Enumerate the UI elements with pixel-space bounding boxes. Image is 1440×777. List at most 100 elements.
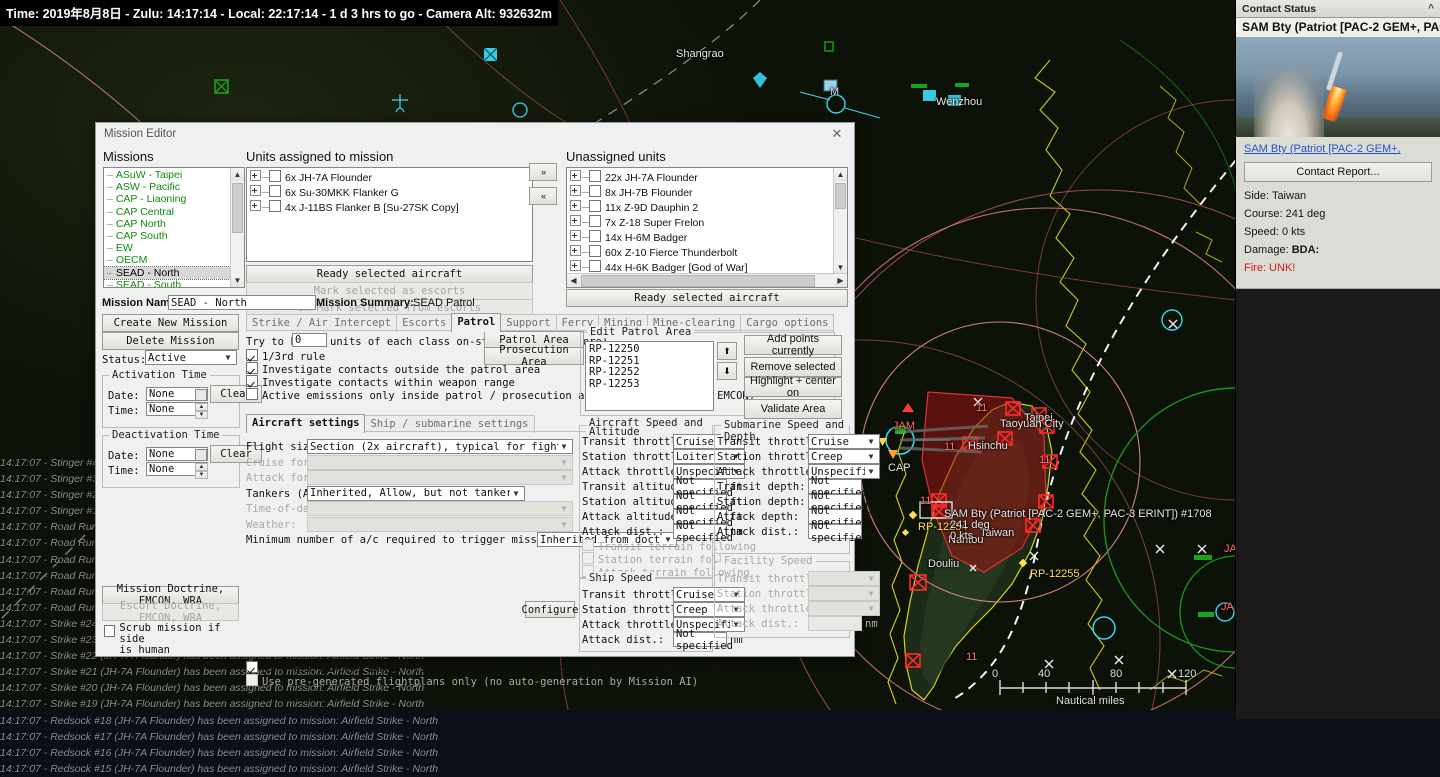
contact-link[interactable]: SAM Bty (Patriot [PAC-2 GEM+,	[1244, 143, 1432, 155]
unassigned-hscrollbar[interactable]: ◀ ▶	[567, 273, 847, 287]
spinner-down-icon[interactable]: ▼	[195, 411, 208, 419]
calendar-icon[interactable]	[195, 389, 207, 401]
submarine-speed-input[interactable]: Not specified	[808, 520, 868, 544]
expand-icon[interactable]	[570, 200, 581, 211]
expand-icon[interactable]	[250, 185, 261, 196]
checkbox-box[interactable]	[104, 625, 116, 637]
chevron-up-icon[interactable]: ^	[1428, 3, 1434, 14]
patrol-option-checkbox[interactable]: Investigate contacts within weapon range	[246, 375, 515, 389]
mission-editor-window[interactable]: Mission Editor ✕ Missions – ASuW - Taipei…	[95, 122, 880, 688]
unit-checkbox[interactable]	[589, 215, 601, 227]
move-point-down-button[interactable]: ⬇	[717, 362, 737, 380]
expand-icon[interactable]	[570, 170, 581, 181]
settings-tab[interactable]: Aircraft settings	[246, 414, 366, 433]
mission-list-item[interactable]: – EW	[104, 242, 244, 254]
unit-checkbox[interactable]	[589, 230, 601, 242]
scroll-thumb[interactable]	[232, 183, 243, 233]
aircraft-setting-checkbox[interactable]: Aircraft numbers below Flight Size do no…	[246, 661, 761, 675]
unassign-units-button[interactable]: «	[529, 187, 557, 205]
expand-icon[interactable]	[570, 245, 581, 256]
scroll-right-icon[interactable]: ▶	[834, 274, 847, 287]
assign-units-button[interactable]: »	[529, 163, 557, 181]
mission-list-item[interactable]: – ASuW - Taipei	[104, 169, 244, 181]
expand-icon[interactable]	[250, 200, 261, 211]
unassigned-unit-row[interactable]: 8x JH-7B Flounder	[567, 185, 847, 200]
unit-checkbox[interactable]	[589, 200, 601, 212]
remove-selected-point-button[interactable]: Remove selected	[744, 357, 842, 377]
mission-list-item[interactable]: – CAP - Liaoning	[104, 193, 244, 205]
scroll-left-icon[interactable]: ◀	[567, 274, 580, 287]
spinner-down-icon[interactable]: ▼	[195, 471, 208, 479]
window-titlebar[interactable]: Mission Editor ✕	[96, 123, 854, 145]
mission-name-input[interactable]: SEAD - North	[168, 295, 316, 310]
expand-icon[interactable]	[570, 230, 581, 241]
patrol-point-item[interactable]: RP-12252	[586, 366, 713, 379]
scroll-up-icon[interactable]: ▲	[231, 168, 244, 181]
checkbox-box[interactable]	[246, 362, 258, 374]
expand-icon[interactable]	[250, 170, 261, 181]
unassigned-vscrollbar[interactable]: ▲ ▼	[833, 168, 847, 274]
expand-icon[interactable]	[570, 185, 581, 196]
mission-list-item[interactable]: – ASW - Pacific	[104, 181, 244, 193]
delete-mission-button[interactable]: Delete Mission	[102, 332, 239, 350]
mission-list-item[interactable]: – SEAD - South	[104, 279, 244, 287]
checkbox-box[interactable]	[246, 349, 258, 361]
checkbox-box[interactable]	[246, 375, 258, 387]
mission-list-item[interactable]: – CAP North	[104, 218, 244, 230]
ready-selected-aircraft-button[interactable]: Ready selected aircraft	[246, 265, 533, 283]
checkbox-box[interactable]	[246, 388, 258, 400]
scrub-mission-checkbox[interactable]: Scrub mission if side is human	[104, 623, 244, 656]
spinner-up-icon[interactable]: ▲	[195, 403, 208, 411]
create-new-mission-button[interactable]: Create New Mission	[102, 314, 239, 332]
unassigned-unit-row[interactable]: 7x Z-18 Super Frelon	[567, 215, 847, 230]
spinner-up-icon[interactable]: ▲	[195, 463, 208, 471]
assigned-units-listbox[interactable]: 6x JH-7A Flounder 6x Su-30MKK Flanker G 4x…	[246, 167, 533, 262]
patrol-points-listbox[interactable]: RP-12250 RP-12251 RP-12252 RP-12253	[585, 341, 714, 411]
contact-report-button[interactable]: Contact Report...	[1244, 162, 1432, 182]
submarine-speed-combo[interactable]: Cruise ▼	[808, 434, 880, 449]
tankers-aar-combo[interactable]: Inherited, Allow, but not tankers refuel…	[307, 485, 525, 501]
scroll-thumb[interactable]	[581, 275, 815, 287]
ready-unassigned-aircraft-button[interactable]: Ready selected aircraft	[566, 289, 848, 307]
patrol-point-item[interactable]: RP-12253	[586, 378, 713, 391]
calendar-icon[interactable]	[195, 449, 207, 461]
unassigned-units-listbox[interactable]: 22x JH-7A Flounder 8x JH-7B Flounder 11x Z…	[566, 167, 848, 288]
missions-scrollbar[interactable]: ▲ ▼	[230, 168, 244, 287]
tankers-configure-button[interactable]: Configure	[522, 601, 578, 618]
unassigned-unit-row[interactable]: 60x Z-10 Fierce Thunderbolt	[567, 245, 847, 260]
assigned-unit-row[interactable]: 6x Su-30MKK Flanker G	[247, 185, 532, 200]
unit-checkbox[interactable]	[269, 185, 281, 197]
flight-size-combo[interactable]: Section (2x aircraft), typical for fight…	[307, 439, 573, 454]
mission-list-item[interactable]: – CAP South	[104, 230, 244, 242]
activation-time-spinner[interactable]: ▲ ▼	[195, 403, 208, 419]
unassigned-unit-row[interactable]: 11x Z-9D Dauphin 2	[567, 200, 847, 215]
scroll-thumb[interactable]	[835, 183, 846, 209]
status-combo[interactable]: Active ▼	[145, 350, 237, 365]
unassigned-unit-row[interactable]: 22x JH-7A Flounder	[567, 170, 847, 185]
mission-list-item[interactable]: – SEAD - North	[104, 265, 244, 280]
mission-list-item[interactable]: – CAP Central	[104, 206, 244, 218]
mission-list-item[interactable]: – OECM	[104, 254, 244, 266]
unit-checkbox[interactable]	[589, 245, 601, 257]
prosecution-area-button[interactable]: Prosecution Area	[484, 344, 584, 368]
unit-checkbox[interactable]	[269, 200, 281, 212]
unit-checkbox[interactable]	[589, 185, 601, 197]
move-point-up-button[interactable]: ⬆	[717, 342, 737, 360]
unit-checkbox[interactable]	[589, 260, 601, 272]
assigned-unit-row[interactable]: 4x J-11BS Flanker B [Su-27SK Copy]	[247, 200, 532, 215]
add-points-button[interactable]: Add points currently	[744, 333, 842, 357]
expand-icon[interactable]	[570, 215, 581, 226]
assigned-unit-row[interactable]: 6x JH-7A Flounder	[247, 170, 532, 185]
patrol-option-checkbox[interactable]: 1/3rd rule	[246, 349, 325, 363]
unassigned-unit-row[interactable]: 14x H-6M Badger	[567, 230, 847, 245]
close-icon[interactable]: ✕	[820, 123, 854, 145]
unit-checkbox[interactable]	[269, 170, 281, 182]
scroll-down-icon[interactable]: ▼	[231, 274, 244, 287]
keep-units-input[interactable]: 0	[292, 333, 327, 347]
missions-listbox[interactable]: – ASuW - Taipei – ASW - Pacific – CAP - Liaon…	[103, 167, 245, 288]
submarine-speed-combo[interactable]: Creep ▼	[808, 449, 880, 464]
mission-tab[interactable]: Patrol	[451, 313, 502, 332]
highlight-center-button[interactable]: Highlight + center on	[744, 375, 842, 399]
patrol-point-item[interactable]: RP-12250	[586, 343, 713, 356]
validate-area-button[interactable]: Validate Area	[744, 399, 842, 419]
